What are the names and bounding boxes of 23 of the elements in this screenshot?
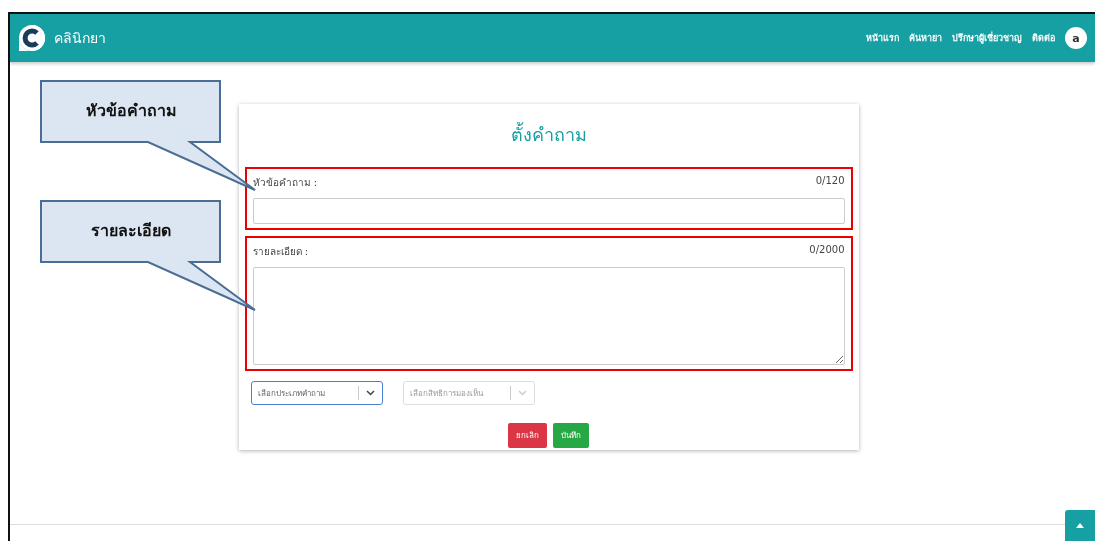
brand-name: คลินิกยา	[54, 29, 106, 48]
scroll-top-button[interactable]	[1065, 510, 1095, 541]
field-label: หัวข้อคำถาม :	[252, 176, 318, 190]
title-field[interactable]	[252, 198, 845, 224]
char-counter: 0/120	[815, 175, 845, 188]
nav-link[interactable]: หน้าแรก	[866, 31, 899, 45]
chevron-down-icon	[365, 390, 375, 396]
callout-text: รายละเอียด	[90, 219, 172, 242]
dropdown[interactable]: เลือกประเภทคำถาม	[250, 381, 383, 405]
form-title: ตั้งคำถาม	[509, 121, 588, 147]
avatar[interactable]: a	[1065, 27, 1087, 49]
nav-link[interactable]: ติดต่อ	[1032, 31, 1055, 45]
cancel-button[interactable]: ยกเลิก	[508, 423, 547, 448]
nav-link[interactable]: ค้นหายา	[909, 31, 942, 45]
callout-text: หัวข้อคำถาม	[84, 99, 178, 122]
logo-icon	[18, 24, 46, 52]
field-label: รายละเอียด :	[252, 245, 309, 259]
chevron-down-icon	[517, 390, 527, 396]
caret-up-icon	[1076, 523, 1084, 528]
save-button[interactable]: บันทึก	[553, 423, 589, 448]
char-counter: 0/2000	[809, 244, 845, 257]
nav-link[interactable]: ปรึกษาผู้เชี่ยวชาญ	[952, 31, 1022, 45]
details-field[interactable]	[252, 267, 845, 365]
